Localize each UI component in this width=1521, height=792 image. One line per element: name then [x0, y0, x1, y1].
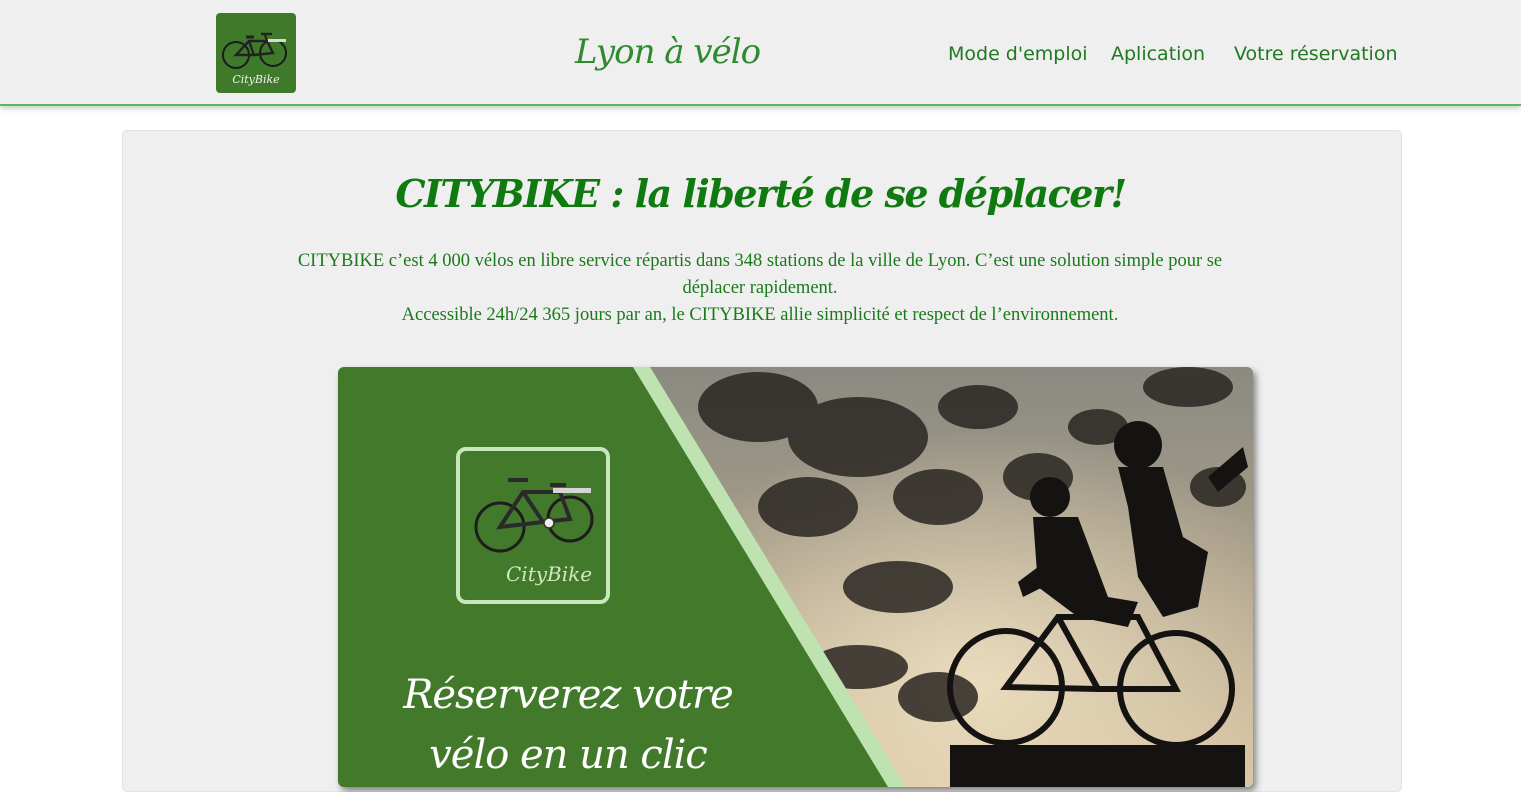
banner-slogan-line-1: Réserverez votre — [403, 672, 734, 718]
intro-line-1: CITYBIKE c’est 4 000 vélos en libre serv… — [297, 251, 1223, 298]
citybike-logo[interactable]: CityBike — [216, 13, 296, 93]
nav-link-aplication[interactable]: Aplication — [1111, 42, 1205, 66]
intro-text: CITYBIKE c’est 4 000 vélos en libre serv… — [270, 248, 1250, 329]
intro-line-2: Accessible 24h/24 365 jours par an, le C… — [401, 305, 1119, 325]
site-header: CityBike Lyon à vélo Mode d'emploi Aplic… — [0, 0, 1521, 106]
logo-text: CityBike — [232, 73, 280, 86]
banner-slogan: Réserverez votre vélo en un clic — [378, 665, 758, 785]
banner-slogan-line-2: vélo en un clic — [429, 732, 708, 778]
nav-link-reservation[interactable]: Votre réservation — [1234, 42, 1398, 66]
site-title: Lyon à vélo — [574, 32, 761, 72]
hero-banner: CityBike Réserverez votre vélo en un cli… — [338, 367, 1253, 787]
nav-link-mode-emploi[interactable]: Mode d'emploi — [948, 42, 1088, 66]
hero-title: CITYBIKE : la liberté de se déplacer! — [395, 171, 1127, 216]
banner-logo-text: CityBike — [506, 562, 593, 586]
